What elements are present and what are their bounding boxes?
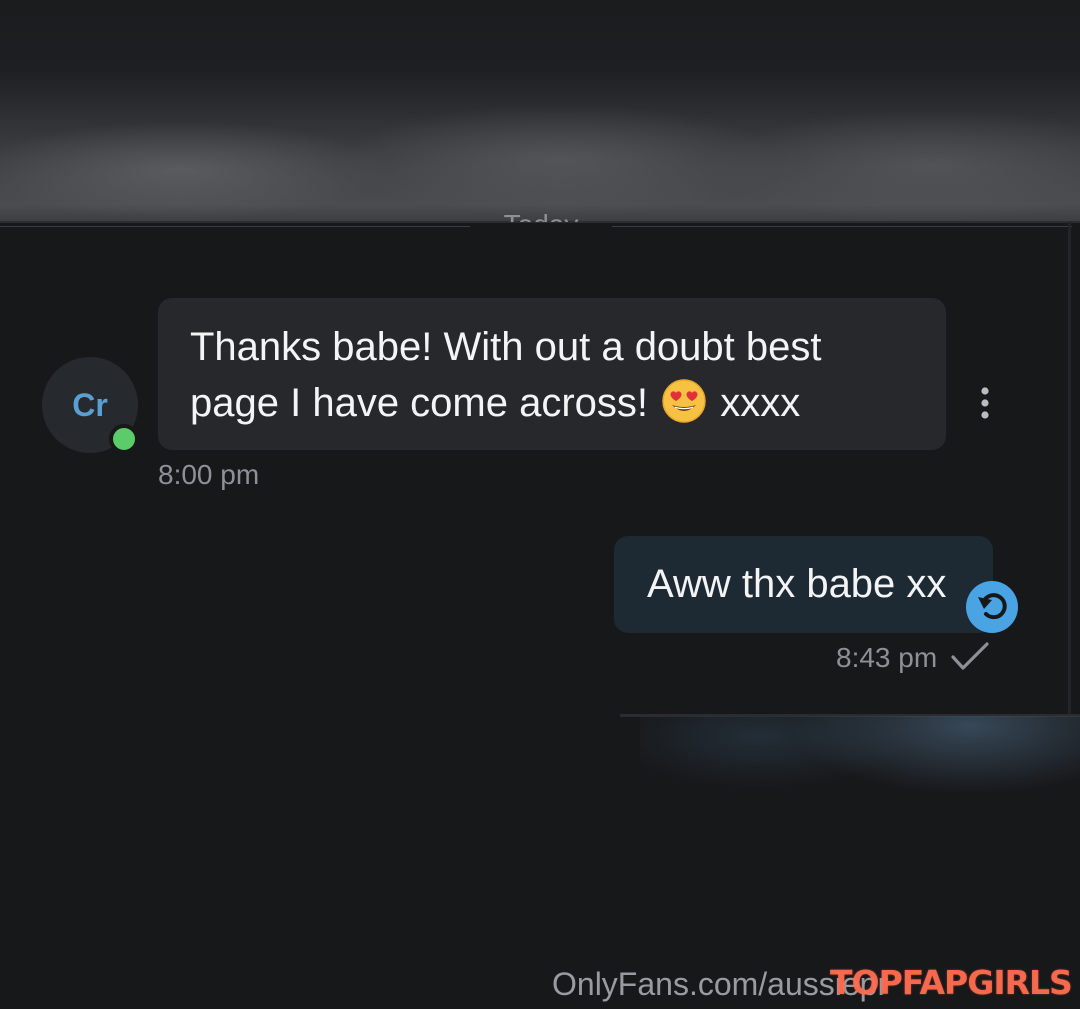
- outgoing-message-text: Aww thx babe xx: [647, 562, 947, 606]
- checkmark-icon: [951, 642, 989, 670]
- date-divider: Today: [470, 206, 612, 222]
- date-divider-label: Today: [470, 208, 612, 222]
- more-vertical-icon[interactable]: [972, 384, 998, 422]
- incoming-message-time: 8:00 pm: [158, 459, 260, 490]
- watermark-logo: TOPFAPGIRLS: [830, 963, 1073, 1002]
- date-divider-line-right: [612, 226, 1072, 227]
- date-divider-line-left: [0, 226, 470, 227]
- heart-eyes-emoji-icon: [662, 379, 706, 423]
- outgoing-message-bubble[interactable]: Aww thx babe xx: [614, 536, 993, 633]
- outgoing-message-time: 8:43 pm: [836, 642, 938, 673]
- online-status-dot: [109, 424, 139, 454]
- scrollbar-track[interactable]: [1068, 222, 1071, 716]
- incoming-message-bubble[interactable]: Thanks babe! With out a doubt best page …: [158, 298, 946, 450]
- blurred-footer: [640, 716, 1080, 906]
- chat-screen: Today Cr Thanks babe! With out a doubt b…: [0, 0, 1080, 1009]
- undo-arrow-icon[interactable]: [965, 580, 1019, 634]
- incoming-message-suffix: xxxx: [709, 381, 801, 425]
- blurred-header: [0, 0, 1080, 222]
